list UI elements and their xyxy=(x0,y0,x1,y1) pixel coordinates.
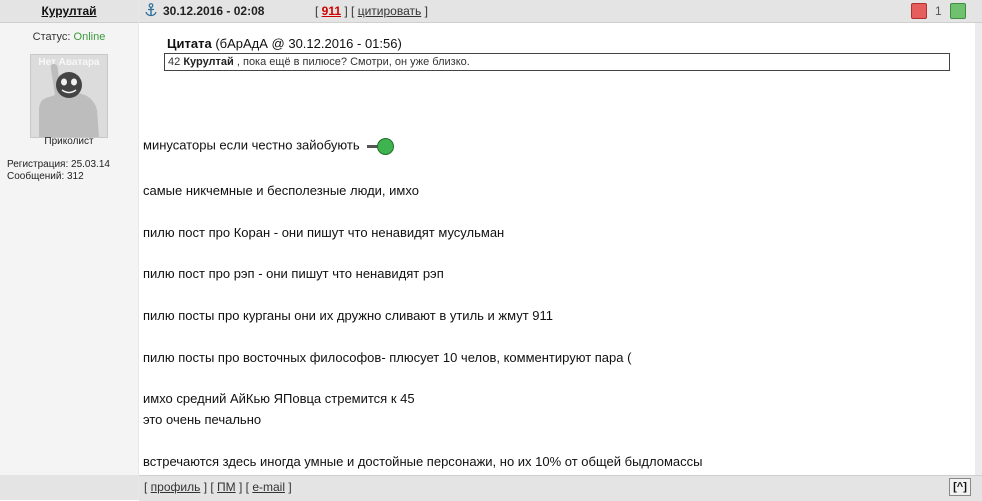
author-status: Статус: Online xyxy=(0,31,138,43)
quote-source: (бАрАдА @ 30.12.2016 - 01:56) xyxy=(215,36,402,51)
author-rank: Приколист xyxy=(44,136,94,147)
post-footer: [ профиль ] [ ПМ ] [ e-mail ] [^] xyxy=(139,475,982,501)
status-label: Статус: xyxy=(32,31,71,43)
post-date: 30.12.2016 - 02:08 xyxy=(163,4,265,18)
rating-count: 1 xyxy=(935,4,942,18)
footer-links: [ профиль ] [ ПМ ] [ e-mail ] xyxy=(144,480,292,494)
post-line: это очень печально xyxy=(143,412,262,427)
author-meta: Регистрация: 25.03.14 Сообщений: 312 xyxy=(7,159,110,183)
quote-name: Курултай xyxy=(183,56,234,68)
post-line: минусаторы если честно зайобують xyxy=(143,137,395,155)
quote-text: , пока ещё в пилюсе? Смотри, он уже близ… xyxy=(236,56,470,68)
quote-header: Цитата (бАрАдА @ 30.12.2016 - 01:56) xyxy=(167,36,402,51)
quote-num: 42 xyxy=(168,56,181,68)
email-link[interactable]: e-mail xyxy=(252,480,285,494)
author-header: Курултай xyxy=(0,0,138,23)
anchor-icon[interactable] xyxy=(144,3,158,17)
post-container: Курултай Статус: Online Нет Аватара Прик… xyxy=(0,0,982,501)
author-panel: Статус: Online Нет Аватара Приколист Рег… xyxy=(0,23,138,475)
registration-date: Регистрация: 25.03.14 xyxy=(7,159,110,170)
post-line: пилю посты про курганы они их дружно сли… xyxy=(143,308,553,323)
post-line: имхо средний АйКью ЯПовца стремится к 45 xyxy=(143,391,415,406)
thumb-up-icon[interactable] xyxy=(950,3,966,19)
gun-smiley-icon xyxy=(367,137,395,155)
profile-link[interactable]: профиль xyxy=(151,480,201,494)
thumb-down-icon[interactable] xyxy=(911,3,927,19)
post-number-link[interactable]: 911 xyxy=(322,4,341,18)
pm-link[interactable]: ПМ xyxy=(217,480,236,494)
post-line: встречаются здесь иногда умные и достойн… xyxy=(143,454,703,469)
post-line: пилю посты про восточных философов- плюс… xyxy=(143,350,632,365)
post-line: пилю пост про Коран - они пишут что нена… xyxy=(143,225,505,240)
status-value: Online xyxy=(73,31,106,43)
scrollbar[interactable] xyxy=(975,23,982,475)
rating-widget: 1 xyxy=(910,2,966,20)
quote-button[interactable]: цитировать xyxy=(358,4,422,18)
post-line-text: минусаторы если честно зайобують xyxy=(143,137,360,153)
scroll-top-button[interactable]: [^] xyxy=(949,478,971,496)
quote-box: 42 Курултай , пока ещё в пилюсе? Смотри,… xyxy=(164,53,950,71)
post-count: Сообщений: 312 xyxy=(7,171,84,182)
footer-left xyxy=(0,475,138,500)
quote-label: Цитата xyxy=(167,36,212,51)
post-line: пилю пост про рэп - они пишут что ненави… xyxy=(143,266,444,281)
author-username-link[interactable]: Курултай xyxy=(0,4,138,18)
post-header: 30.12.2016 - 02:08 [ 911 ] [ цитировать … xyxy=(139,0,982,23)
avatar: Нет Аватара xyxy=(30,54,108,138)
post-actions: [ 911 ] [ цитировать ] xyxy=(315,4,428,18)
post-body: Цитата (бАрАдА @ 30.12.2016 - 01:56) 42 … xyxy=(139,23,975,475)
avatar-figure-icon xyxy=(39,63,99,137)
post-line: самые никчемные и бесполезные люди, имхо xyxy=(143,183,419,198)
